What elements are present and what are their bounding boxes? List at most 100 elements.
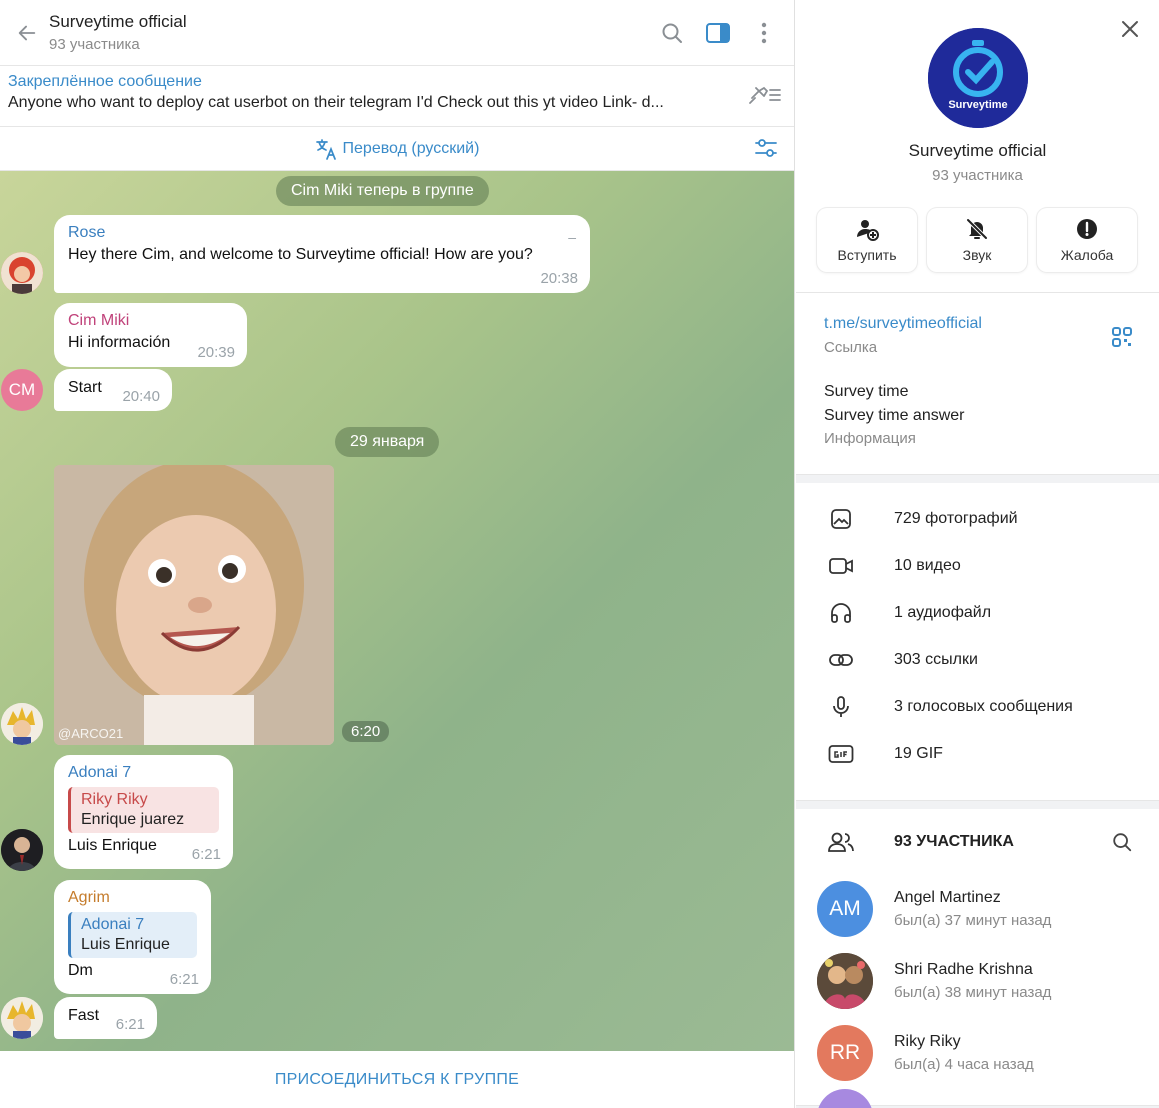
search-button[interactable] [652, 13, 692, 53]
translate-bar[interactable]: Перевод (русский) [0, 127, 794, 171]
pinned-list-button[interactable] [748, 84, 782, 111]
reply-name: Adonai 7 [81, 916, 145, 933]
link-icon [829, 653, 853, 666]
message-bubble[interactable]: Start 20:40 [54, 369, 172, 411]
members-search-button[interactable] [1111, 831, 1133, 858]
media-gif-row[interactable]: 19 GIF [796, 730, 1159, 777]
avatar-initials: CM [8, 380, 36, 399]
action-label: Жалоба [1060, 247, 1114, 263]
video-icon [829, 557, 853, 574]
member-name: Shri Radhe Krishna [894, 961, 1033, 978]
qr-button[interactable] [1111, 326, 1133, 353]
member-item-partial[interactable] [796, 1089, 1159, 1108]
avatar-initials: RR [829, 1041, 861, 1064]
message-bubble[interactable]: Cim Miki Hi información 20:39 [54, 303, 247, 367]
message-time: 6:21 [169, 971, 199, 988]
close-panel-button[interactable] [1119, 18, 1141, 45]
alert-icon [1077, 219, 1097, 239]
member-item[interactable]: RR Riky Riky был(а) 4 часа назад [796, 1017, 1159, 1089]
message-extra: – [568, 229, 576, 245]
pinned-text: Anyone who want to deploy cat userbot on… [8, 94, 664, 111]
date-separator: 29 января [335, 427, 440, 457]
media-photos-row[interactable]: 729 фотографий [796, 495, 1159, 542]
action-label: Звук [962, 247, 992, 263]
reply-name: Riky Riky [81, 791, 148, 808]
group-info-header: Surveytime Surveytime official 93 участн… [796, 0, 1159, 293]
media-links-row[interactable]: 303 ссылки [796, 636, 1159, 683]
join-action-button[interactable]: Вступить [817, 208, 917, 272]
service-message-joined: Cim Miki теперь в группе [276, 176, 489, 206]
member-item[interactable]: AM Angel Martinez был(а) 37 минут назад [796, 873, 1159, 945]
message-time: 20:39 [197, 344, 235, 361]
avatar-agrim[interactable] [1, 997, 43, 1039]
sender-name[interactable]: Cim Miki [68, 312, 233, 330]
group-avatar[interactable]: Surveytime [928, 28, 1028, 128]
headphones-icon [831, 602, 851, 623]
avatar-rose[interactable] [1, 252, 43, 294]
avatar-adonai[interactable] [1, 829, 43, 871]
media-voice-row[interactable]: 3 голосовых сообщения [796, 683, 1159, 730]
sliders-icon [755, 139, 777, 157]
join-group-button[interactable]: ПРИСОЕДИНИТЬСЯ К ГРУППЕ [275, 1071, 519, 1089]
avatar-initials: AM [829, 897, 861, 920]
join-bar[interactable]: ПРИСОЕДИНИТЬСЯ К ГРУППЕ [0, 1051, 794, 1108]
avatar-user[interactable] [1, 703, 43, 745]
mute-action-button[interactable]: Звук [927, 208, 1027, 272]
translate-settings-button[interactable] [754, 137, 778, 164]
message-text: Hey there Cim, and welcome to Surveytime… [68, 246, 533, 263]
photo-time: 6:20 [342, 721, 390, 742]
reply-quote[interactable]: Riky Riky Enrique juarez [68, 787, 219, 833]
microphone-icon [833, 695, 849, 717]
shared-media-section: 729 фотографий 10 видео 1 аудиофайл 303 … [796, 483, 1159, 801]
member-name: Riky Riky [894, 1033, 961, 1050]
gif-icon [828, 744, 854, 763]
photo-watermark: @ARCO21 [58, 726, 124, 741]
sender-name[interactable]: Agrim [68, 889, 197, 907]
message-bubble[interactable]: Agrim Adonai 7 Luis Enrique Dm 6:21 [54, 880, 211, 994]
media-label: 1 аудиофайл [894, 603, 992, 621]
chat-subtitle: 93 участника [49, 36, 140, 53]
report-action-button[interactable]: Жалоба [1037, 208, 1137, 272]
link-caption: Ссылка [824, 339, 878, 356]
members-header: 93 УЧАСТНИКА [796, 823, 1159, 861]
person-avatar-icon [1, 829, 43, 871]
more-button[interactable] [744, 13, 784, 53]
media-label: 19 GIF [894, 744, 943, 762]
rose-avatar-icon [1, 252, 43, 294]
photo-message[interactable]: @ARCO21 [54, 465, 334, 745]
message-bubble[interactable]: Adonai 7 Riky Riky Enrique juarez Luis E… [54, 755, 233, 869]
member-name: Angel Martinez [894, 889, 1001, 906]
member-status: был(а) 4 часа назад [894, 1056, 1034, 1073]
sender-name[interactable]: Adonai 7 [68, 764, 219, 782]
stopwatch-logo-icon [928, 28, 1028, 128]
group-link[interactable]: t.me/surveytimeofficial [824, 315, 1131, 333]
members-title: 93 УЧАСТНИКА [894, 833, 1014, 850]
photo-image [54, 465, 334, 745]
member-avatar: AM [817, 881, 873, 937]
add-user-icon [857, 220, 879, 241]
media-videos-row[interactable]: 10 видео [796, 542, 1159, 589]
message-bubble[interactable]: Fast 6:21 [54, 997, 157, 1039]
avatar-cim-miki[interactable]: CM [1, 369, 43, 411]
pinned-title: Закреплённое сообщение [8, 73, 202, 90]
media-label: 303 ссылки [894, 650, 978, 668]
group-actions: Вступить Звук Жалоба [817, 208, 1137, 272]
back-button[interactable] [10, 16, 44, 50]
group-members-count: 93 участника [932, 167, 1023, 184]
chat-title-area[interactable]: Surveytime official 93 участника [49, 12, 646, 53]
sidebar-toggle-button[interactable] [698, 13, 738, 53]
chat-area: Surveytime official 93 участника Закрепл… [0, 0, 795, 1108]
message-list[interactable]: Cim Miki теперь в группе Rose Hey there … [0, 171, 794, 1051]
member-status: был(а) 37 минут назад [894, 912, 1052, 929]
message-bubble[interactable]: Rose Hey there Cim, and welcome to Surve… [54, 215, 590, 293]
anime-avatar-icon [1, 703, 43, 745]
pinned-message[interactable]: Закреплённое сообщение Anyone who want t… [0, 66, 794, 127]
media-audio-row[interactable]: 1 аудиофайл [796, 589, 1159, 636]
translate-label: Перевод (русский) [342, 139, 480, 157]
users-icon [828, 832, 854, 852]
group-info-panel: Surveytime Surveytime official 93 участн… [796, 0, 1159, 1108]
reply-quote[interactable]: Adonai 7 Luis Enrique [68, 912, 197, 958]
member-item[interactable]: Shri Radhe Krishna был(а) 38 минут назад [796, 945, 1159, 1017]
anime-avatar-icon [1, 997, 43, 1039]
sender-name[interactable]: Rose [68, 224, 576, 242]
